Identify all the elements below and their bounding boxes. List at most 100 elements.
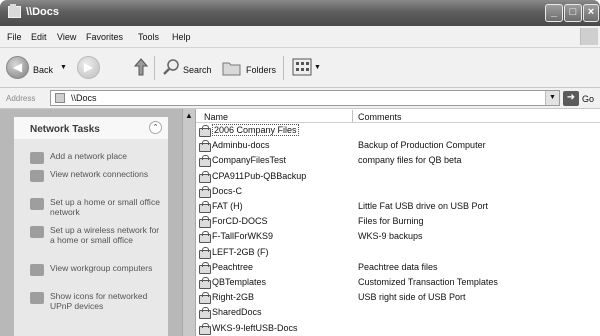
back-button-label[interactable]: Back <box>33 65 53 75</box>
collapse-chevron-icon[interactable]: ⌃ <box>149 121 162 134</box>
search-icon[interactable] <box>162 58 180 76</box>
task-view-network-connections[interactable]: View network connections <box>14 169 168 191</box>
go-button-label[interactable]: Go <box>582 94 594 104</box>
task-show-upnp-icons[interactable]: Show icons for networked UPnP devices <box>14 291 168 323</box>
shared-folder-icon <box>198 170 211 183</box>
share-comment: Files for Burning <box>358 216 424 227</box>
share-comment: Peachtree data files <box>358 261 438 272</box>
back-arrow-icon[interactable]: ◀ <box>6 56 29 79</box>
network-tasks-header[interactable]: Network Tasks ⌃ <box>14 117 168 139</box>
network-tasks-title: Network Tasks <box>30 124 100 135</box>
column-header-name[interactable]: Name <box>204 112 228 122</box>
file-list-row[interactable]: CPA911Pub-QBBackup <box>196 170 600 183</box>
shared-folder-icon <box>198 216 211 229</box>
maximize-button[interactable]: □ <box>564 4 582 22</box>
share-name[interactable]: CPA911Pub-QBBackup <box>212 171 306 181</box>
minimize-button[interactable]: _ <box>545 4 563 22</box>
share-name[interactable]: Adminbu-docs <box>212 140 270 150</box>
share-comment: USB right side of USB Port <box>358 292 466 303</box>
file-list-row[interactable]: CompanyFilesTest company files for QB bet… <box>196 154 600 168</box>
column-headers: Name Comments <box>196 109 600 123</box>
task-setup-home-network[interactable]: Set up a home or small office network <box>14 197 168 219</box>
network-tasks-panel: Network Tasks ⌃ Add a network place View… <box>14 117 168 336</box>
share-name[interactable]: SharedDocs <box>212 307 262 317</box>
toolbar-separator <box>283 56 284 80</box>
column-header-comments[interactable]: Comments <box>358 112 402 122</box>
address-input[interactable]: \\Docs ▼ <box>50 90 560 106</box>
column-divider[interactable] <box>352 110 353 122</box>
menu-tools[interactable]: Tools <box>138 32 159 42</box>
folders-button-label[interactable]: Folders <box>246 65 276 75</box>
scroll-up-icon[interactable]: ▲ <box>185 111 193 120</box>
address-bar: Address \\Docs ▼ ➜ Go <box>0 88 600 109</box>
toolbar-separator <box>154 56 155 80</box>
task-pane: Network Tasks ⌃ Add a network place View… <box>0 109 182 336</box>
address-value[interactable]: \\Docs <box>71 93 97 103</box>
folder-icon <box>8 4 21 18</box>
shared-folder-icon <box>198 292 211 305</box>
menu-favorites[interactable]: Favorites <box>86 32 123 42</box>
share-comment: Customized Transaction Templates <box>358 277 498 287</box>
folders-icon[interactable] <box>222 60 242 76</box>
shared-folder-icon <box>198 155 211 168</box>
share-name[interactable]: Docs-C <box>212 186 242 196</box>
file-list-row[interactable]: F-TallForWKS9 WKS-9 backups <box>196 230 600 244</box>
shared-folder-icon <box>198 185 211 198</box>
share-name[interactable]: QBTemplates <box>212 277 266 287</box>
shared-folder-icon <box>198 307 211 320</box>
title-bar[interactable]: \\Docs _ □ × <box>0 0 600 26</box>
network-connections-icon <box>30 170 44 182</box>
shared-folder-icon <box>198 231 211 244</box>
menu-file[interactable]: File <box>7 32 22 42</box>
forward-arrow-icon[interactable]: ▶ <box>77 56 100 79</box>
search-button-label[interactable]: Search <box>183 65 212 75</box>
share-name[interactable]: F-TallForWKS9 <box>212 231 273 241</box>
share-comment: Backup of Production Computer <box>358 140 486 151</box>
file-list-row[interactable]: Adminbu-docs Backup of Production Compute… <box>196 139 600 153</box>
close-button[interactable]: × <box>583 4 599 22</box>
share-name[interactable]: ForCD-DOCS <box>212 216 268 226</box>
back-dropdown-icon[interactable]: ▼ <box>60 64 67 71</box>
menu-edit[interactable]: Edit <box>31 32 47 42</box>
address-label: Address <box>6 94 36 103</box>
menu-view[interactable]: View <box>57 32 76 42</box>
share-comment: company files for QB beta <box>358 155 462 166</box>
file-list-row[interactable]: LEFT-2GB (F) <box>196 246 600 259</box>
file-list-row[interactable]: Docs-C <box>196 185 600 198</box>
share-name[interactable]: Peachtree <box>212 262 253 272</box>
windows-logo-icon <box>580 28 598 45</box>
share-comment: WKS-9 backups <box>358 231 423 242</box>
file-list-row[interactable]: 2006 Company Files <box>196 124 600 137</box>
file-list-row[interactable]: ForCD-DOCS Files for Burning <box>196 215 600 229</box>
file-list-row[interactable]: FAT (H) Little Fat USB drive on USB Port <box>196 200 600 213</box>
share-name[interactable]: Right-2GB <box>212 292 254 302</box>
views-icon[interactable] <box>292 58 312 76</box>
share-name[interactable]: 2006 Company Files <box>212 124 299 136</box>
home-network-icon <box>30 198 44 210</box>
share-name[interactable]: WKS-9-leftUSB-Docs <box>212 323 298 333</box>
views-dropdown-icon[interactable]: ▼ <box>314 64 321 71</box>
task-view-workgroup-computers[interactable]: View workgroup computers <box>14 263 168 285</box>
task-add-network-place[interactable]: Add a network place <box>14 151 168 164</box>
file-list-row[interactable]: Right-2GB USB right side of USB Port <box>196 291 600 305</box>
shared-folder-icon <box>198 125 211 137</box>
share-name[interactable]: FAT (H) <box>212 201 243 211</box>
file-list-row[interactable]: QBTemplates Customized Transaction Templa… <box>196 276 600 289</box>
toolbar: ◀ Back ▼ ▶ Search Folders ▼ <box>0 48 600 88</box>
file-list: Name Comments 2006 Company Files Adminbu-… <box>196 109 600 336</box>
menu-help[interactable]: Help <box>172 32 191 42</box>
share-name[interactable]: LEFT-2GB (F) <box>212 247 269 257</box>
shared-folder-icon <box>198 201 211 213</box>
pane-scrollbar[interactable]: ▲ <box>182 109 196 336</box>
address-dropdown-icon[interactable]: ▼ <box>545 91 559 105</box>
workgroup-icon <box>30 264 44 276</box>
file-list-row[interactable]: SharedDocs <box>196 306 600 320</box>
file-list-row[interactable]: Peachtree Peachtree data files <box>196 261 600 274</box>
task-setup-wireless-network[interactable]: Set up a wireless network for a home or … <box>14 225 168 257</box>
up-folder-icon[interactable] <box>133 58 149 76</box>
network-place-icon <box>30 152 44 164</box>
go-arrow-icon[interactable]: ➜ <box>563 91 579 106</box>
file-list-row[interactable]: WKS-9-leftUSB-Docs <box>196 322 600 335</box>
shared-folder-icon <box>198 140 211 153</box>
share-name[interactable]: CompanyFilesTest <box>212 155 286 165</box>
